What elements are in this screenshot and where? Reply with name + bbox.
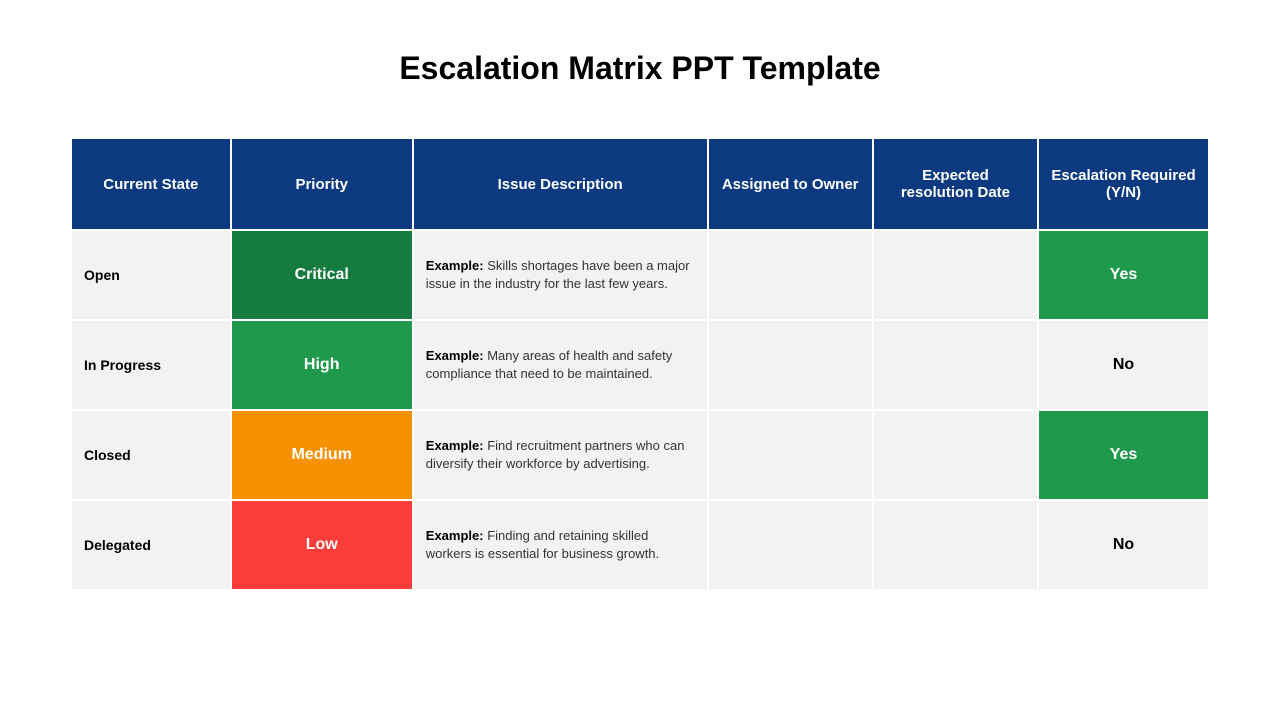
owner-cell — [709, 411, 872, 499]
issue-lead: Example: — [426, 528, 484, 543]
slide: Escalation Matrix PPT Template Current S… — [0, 0, 1280, 720]
date-cell — [874, 321, 1037, 409]
escalation-cell: No — [1039, 501, 1208, 589]
issue-cell: Example: Finding and retaining skilled w… — [414, 501, 707, 589]
issue-lead: Example: — [426, 438, 484, 453]
state-cell: Closed — [72, 411, 230, 499]
priority-cell: High — [232, 321, 412, 409]
state-cell: Delegated — [72, 501, 230, 589]
escalation-cell: Yes — [1039, 231, 1208, 319]
issue-cell: Example: Skills shortages have been a ma… — [414, 231, 707, 319]
owner-cell — [709, 231, 872, 319]
table-row: DelegatedLowExample: Finding and retaini… — [72, 501, 1208, 589]
header-issue-description: Issue Description — [414, 139, 707, 229]
table-header-row: Current State Priority Issue Description… — [72, 139, 1208, 229]
header-resolution-date: Expected resolution Date — [874, 139, 1037, 229]
issue-lead: Example: — [426, 348, 484, 363]
table-row: OpenCriticalExample: Skills shortages ha… — [72, 231, 1208, 319]
header-escalation: Escalation Required (Y/N) — [1039, 139, 1208, 229]
date-cell — [874, 411, 1037, 499]
priority-cell: Critical — [232, 231, 412, 319]
date-cell — [874, 231, 1037, 319]
table-row: In ProgressHighExample: Many areas of he… — [72, 321, 1208, 409]
priority-cell: Medium — [232, 411, 412, 499]
state-cell: In Progress — [72, 321, 230, 409]
state-cell: Open — [72, 231, 230, 319]
header-current-state: Current State — [72, 139, 230, 229]
header-assigned-owner: Assigned to Owner — [709, 139, 872, 229]
escalation-cell: Yes — [1039, 411, 1208, 499]
owner-cell — [709, 501, 872, 589]
owner-cell — [709, 321, 872, 409]
date-cell — [874, 501, 1037, 589]
priority-cell: Low — [232, 501, 412, 589]
escalation-matrix-table: Current State Priority Issue Description… — [70, 137, 1210, 591]
escalation-cell: No — [1039, 321, 1208, 409]
issue-cell: Example: Many areas of health and safety… — [414, 321, 707, 409]
issue-lead: Example: — [426, 258, 484, 273]
table-row: ClosedMediumExample: Find recruitment pa… — [72, 411, 1208, 499]
header-priority: Priority — [232, 139, 412, 229]
issue-cell: Example: Find recruitment partners who c… — [414, 411, 707, 499]
slide-title: Escalation Matrix PPT Template — [70, 50, 1210, 87]
